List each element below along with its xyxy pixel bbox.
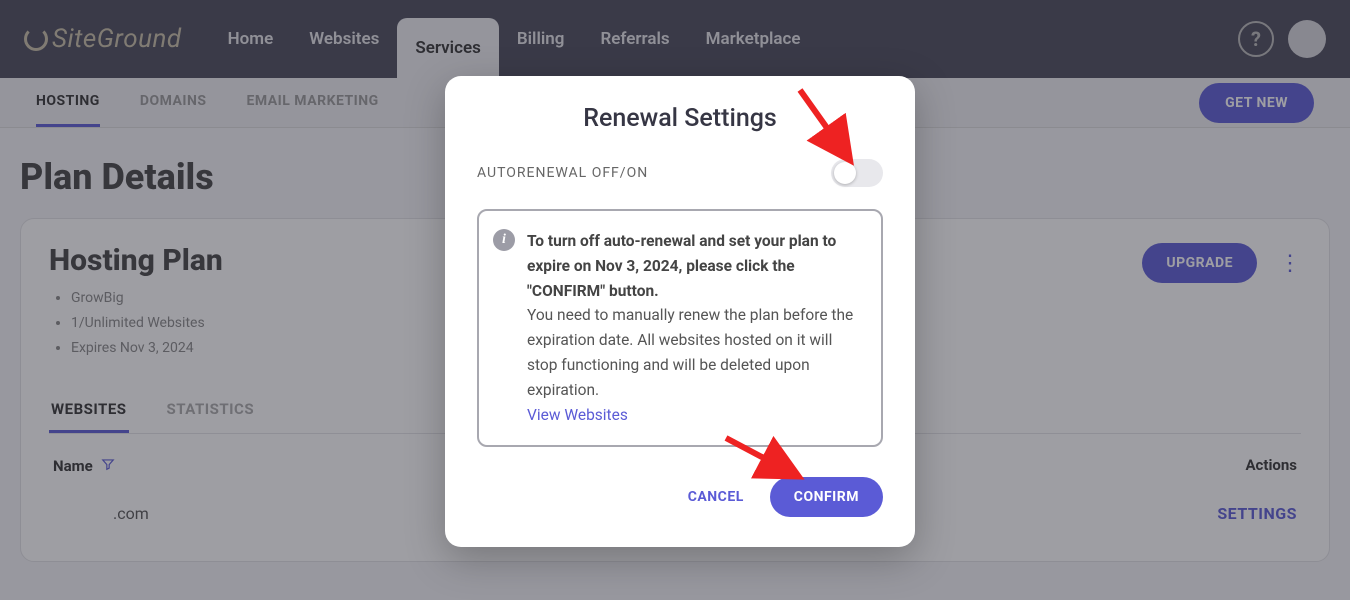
view-websites-link[interactable]: View Websites <box>527 406 628 424</box>
renewal-settings-modal: Renewal Settings AUTORENEWAL OFF/ON i To… <box>445 76 915 547</box>
autorenew-label: AUTORENEWAL OFF/ON <box>477 165 648 181</box>
info-icon: i <box>493 229 515 251</box>
autorenew-toggle[interactable] <box>831 159 883 187</box>
modal-title: Renewal Settings <box>477 104 883 133</box>
info-bold: To turn off auto-renewal and set your pl… <box>527 232 836 300</box>
confirm-button[interactable]: CONFIRM <box>770 477 883 517</box>
toggle-knob <box>834 162 856 184</box>
info-text: You need to manually renew the plan befo… <box>527 306 853 398</box>
cancel-button[interactable]: CANCEL <box>688 489 744 505</box>
info-box: i To turn off auto-renewal and set your … <box>477 209 883 447</box>
